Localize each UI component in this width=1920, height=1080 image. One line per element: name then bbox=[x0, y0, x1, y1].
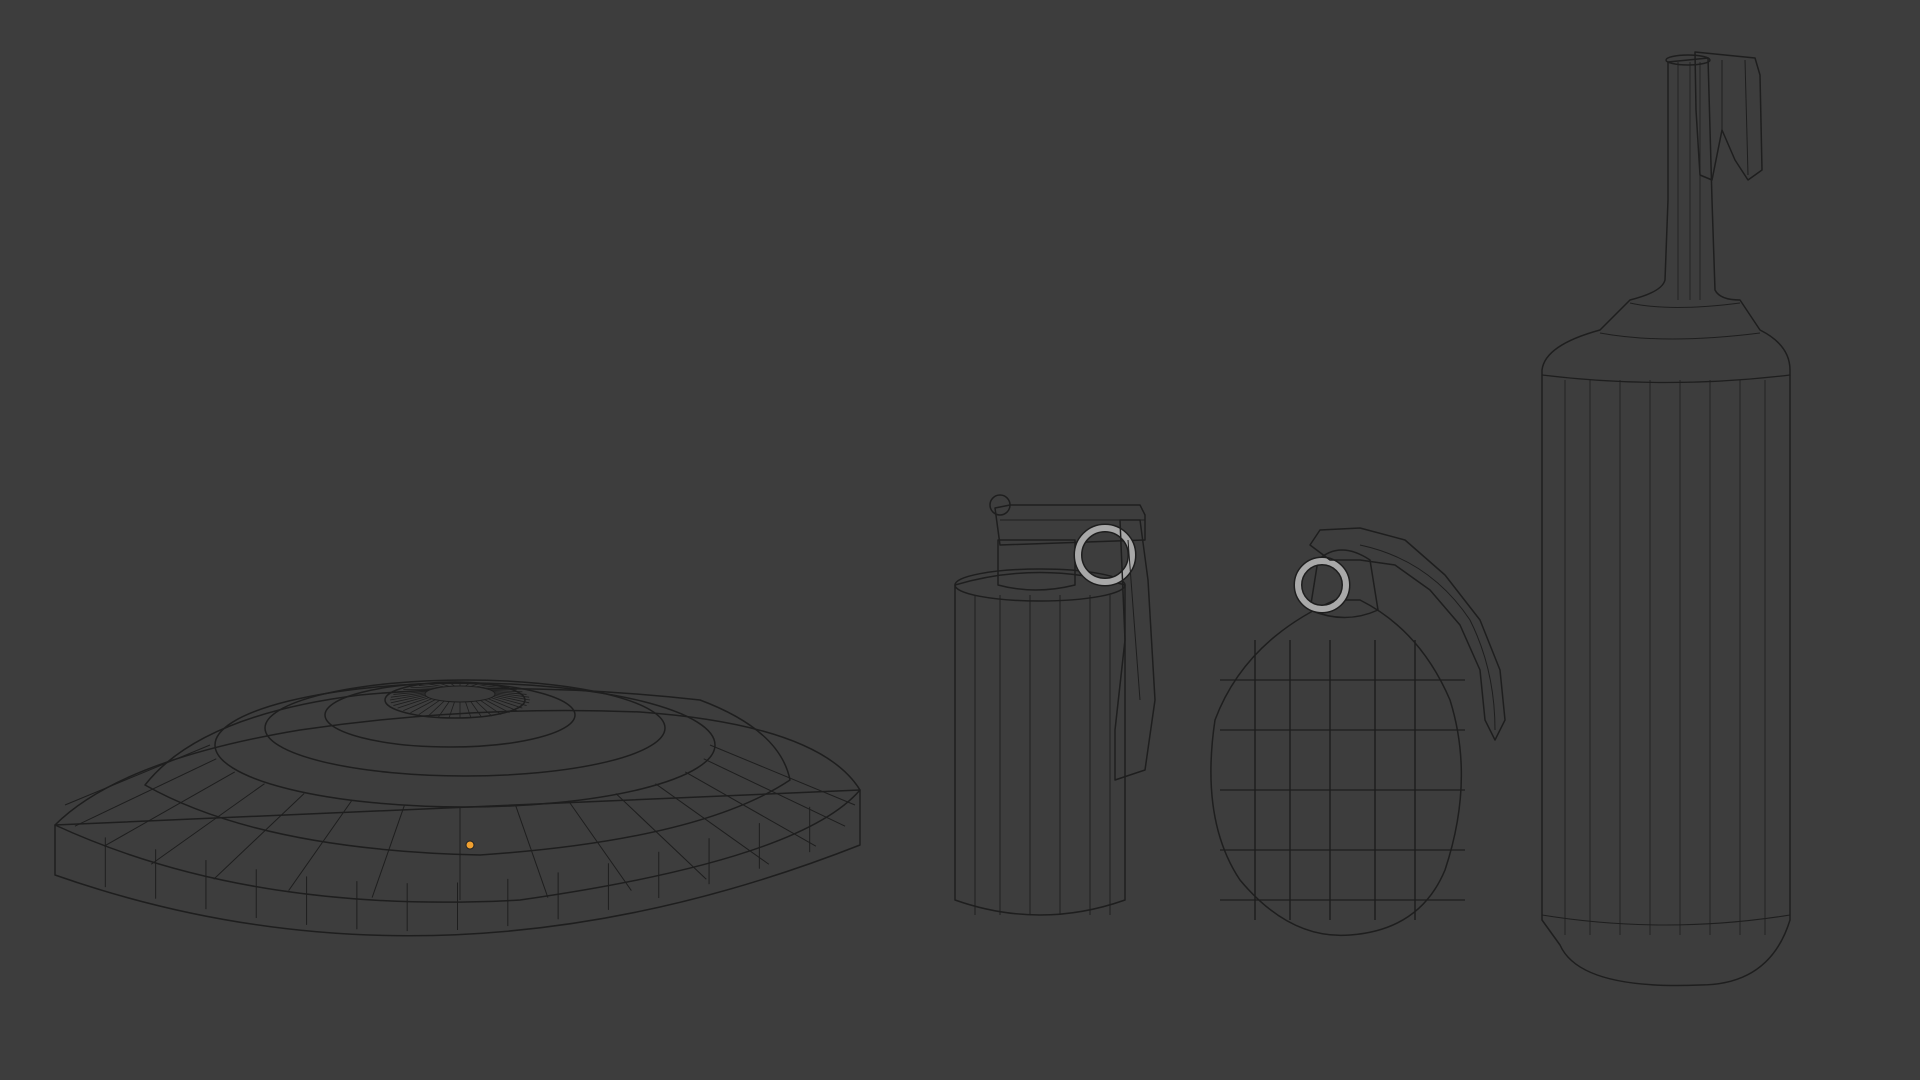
frag-body bbox=[1210, 599, 1463, 937]
mesh-edge bbox=[427, 700, 445, 717]
mesh-edge bbox=[465, 701, 472, 718]
smoke-grenade-mesh[interactable] bbox=[954, 494, 1156, 916]
bottle-body bbox=[1541, 57, 1791, 987]
smoke-cap bbox=[997, 539, 1076, 591]
object-origin-dot[interactable] bbox=[465, 840, 475, 850]
mesh-edge bbox=[684, 771, 817, 847]
bottle-wick bbox=[1694, 51, 1763, 181]
bottle-mesh[interactable] bbox=[1541, 51, 1791, 987]
mesh-edge bbox=[103, 771, 236, 847]
mesh-edge bbox=[470, 701, 482, 718]
frag-grenade-mesh[interactable] bbox=[1210, 527, 1506, 937]
mine-center bbox=[424, 685, 496, 703]
smoke-body bbox=[954, 571, 1126, 916]
mesh-edge bbox=[410, 686, 436, 689]
viewport-canvas[interactable] bbox=[0, 0, 1920, 1080]
mesh-edge bbox=[475, 700, 493, 717]
landmine-mesh[interactable] bbox=[54, 679, 861, 937]
mesh-edge bbox=[150, 783, 265, 865]
mesh-edge bbox=[448, 701, 455, 718]
3d-viewport[interactable] bbox=[0, 0, 1920, 1080]
